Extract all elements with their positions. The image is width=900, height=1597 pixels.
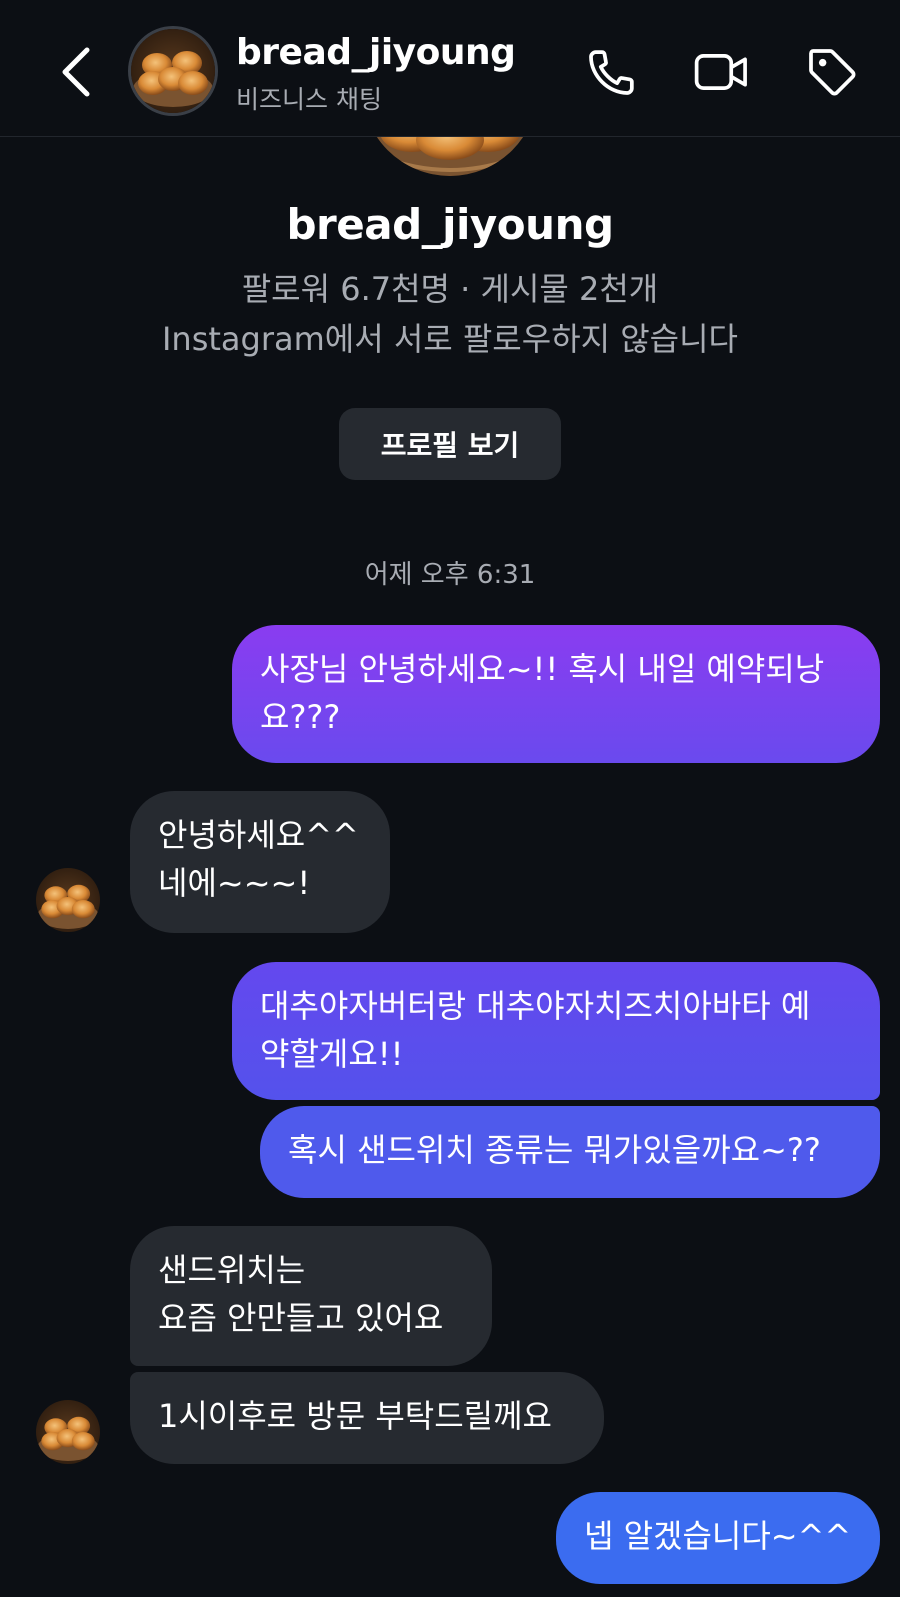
back-button[interactable] (52, 44, 100, 100)
sent-message[interactable]: 혹시 샌드위치 종류는 뭐가있을까요~?? (260, 1106, 880, 1198)
received-message[interactable]: 1시이후로 방문 부탁드릴께요 (130, 1372, 604, 1464)
video-call-button[interactable] (690, 40, 754, 104)
video-camera-icon (694, 54, 747, 90)
header-username[interactable]: bread_jiyoung (236, 32, 516, 73)
follow-status: Instagram에서 서로 팔로우하지 않습니다 (161, 320, 739, 358)
sent-message[interactable]: 사장님 안녕하세요~!! 혹시 내일 예약되낭 요??? (232, 625, 880, 763)
tag-icon (809, 49, 856, 96)
sent-message[interactable]: 대추야자버터랑 대추야자치즈치아바타 예 약할게요!! (232, 962, 880, 1100)
sender-avatar[interactable] (36, 868, 100, 932)
message-timestamp: 어제 오후 6:31 (364, 560, 536, 590)
header-avatar[interactable] (128, 26, 218, 116)
sent-message[interactable]: 넵 알겠습니다~^^ (556, 1492, 880, 1584)
tag-button[interactable] (800, 40, 864, 104)
profile-name: bread_jiyoung (286, 200, 614, 249)
header-subtitle: 비즈니스 채팅 (236, 85, 382, 114)
view-profile-button[interactable]: 프로필 보기 (339, 408, 561, 480)
received-message[interactable]: 샌드위치는 요즘 안만들고 있어요 (130, 1226, 492, 1366)
received-message[interactable]: 안녕하세요^^ 네에~~~! (130, 791, 390, 933)
sender-avatar[interactable] (36, 1400, 100, 1464)
phone-icon (589, 50, 634, 95)
profile-stats: 팔로워 6.7천명 · 게시물 2천개 (241, 270, 659, 308)
chat-screen: bread_jiyoung 비즈니스 채팅 bread_jiyoung 팔로워 … (0, 0, 900, 1597)
call-button[interactable] (580, 40, 644, 104)
chat-header: bread_jiyoung 비즈니스 채팅 (0, 0, 900, 137)
back-chevron-icon (62, 47, 90, 97)
